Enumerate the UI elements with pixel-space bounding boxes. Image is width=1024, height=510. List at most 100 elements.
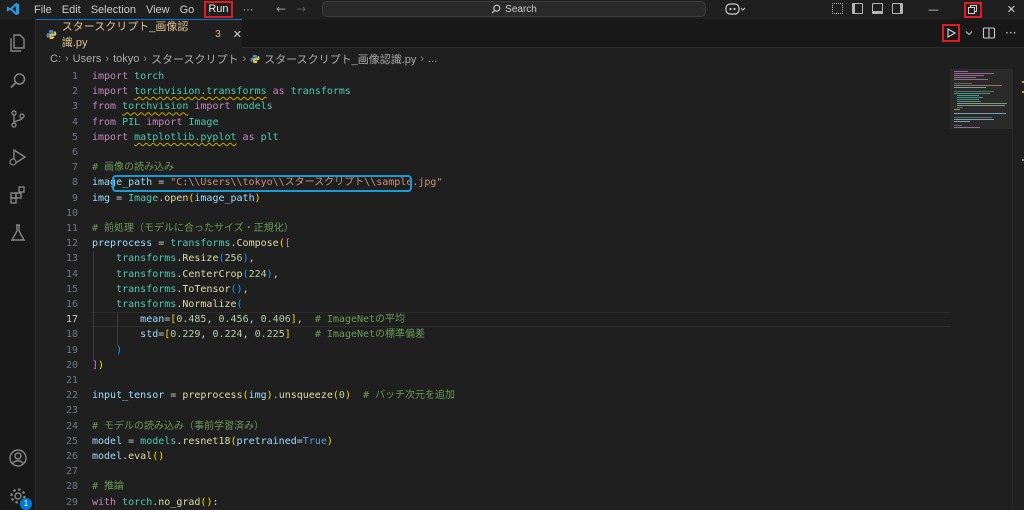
vscode-logo-icon	[6, 2, 20, 16]
menu-edit[interactable]: Edit	[62, 4, 81, 16]
forward-arrow-icon[interactable]: →	[296, 2, 316, 16]
code-line-13: transforms.Resize(256),	[116, 253, 255, 265]
code-line-1: import torch	[92, 71, 165, 82]
code-line-4: from PIL import Image	[92, 116, 219, 128]
code-editor[interactable]: 1 2 3 4 5 6 7 8 9 10 11 12 13 14 15 16 17 18 19 20 21 22 23 24 2…	[36, 69, 950, 510]
line-number: 5	[71, 131, 78, 143]
menu-file[interactable]: File	[34, 4, 52, 16]
tab-problem-count: 3	[215, 28, 221, 40]
minimize-icon[interactable]: —	[928, 3, 939, 16]
breadcrumb-drive[interactable]: C:	[50, 53, 61, 65]
breadcrumb-user[interactable]: tokyo	[113, 53, 139, 65]
line-number: 16	[65, 299, 78, 310]
python-file-icon	[46, 29, 57, 39]
menu-more[interactable]: ···	[243, 4, 254, 16]
code-line-24: # モデルの読み込み（事前学習済み）	[92, 420, 265, 432]
minimap[interactable]	[950, 69, 1012, 510]
line-number: 28	[65, 481, 78, 493]
line-number: 24	[65, 420, 78, 432]
toggle-panel-icon[interactable]	[872, 3, 883, 14]
line-number: 25	[65, 435, 78, 447]
close-window-icon[interactable]: ✕	[1007, 3, 1016, 16]
breadcrumb-file[interactable]: スタースクリプト_画像認識.py	[264, 51, 416, 67]
line-number: 9	[71, 192, 78, 204]
code-line-7: # 画像の読み込み	[92, 162, 175, 174]
restore-window-icon[interactable]	[963, 1, 982, 18]
menu-go[interactable]: Go	[180, 4, 195, 16]
line-number: 17	[65, 314, 78, 326]
code-line-19: )	[116, 344, 123, 356]
line-number: 3	[71, 101, 78, 113]
code-line-17: mean=[0.485, 0.456, 0.406], # ImageNetの平…	[140, 314, 406, 326]
line-number: 22	[65, 390, 78, 402]
search-view-icon[interactable]	[8, 71, 28, 91]
code-line-2: import torchvision.transforms as transfo…	[92, 86, 351, 98]
menu-selection[interactable]: Selection	[91, 4, 136, 16]
customize-layout-icon[interactable]	[832, 3, 843, 14]
editor-actions: ···	[942, 24, 1016, 42]
accounts-icon[interactable]	[8, 448, 28, 468]
menu-run[interactable]: Run	[204, 1, 233, 18]
run-and-debug-icon[interactable]	[8, 147, 28, 167]
code-line-5: import matplotlib.pyplot as plt	[92, 131, 279, 143]
image-path-highlight-annotation	[112, 175, 412, 192]
code-line-3: from torchvision import models	[92, 101, 273, 113]
line-number: 20	[65, 359, 78, 371]
line-number: 27	[65, 466, 78, 478]
line-number: 14	[65, 268, 78, 280]
more-actions-icon[interactable]: ···	[1005, 26, 1016, 40]
activity-bar: 1	[0, 19, 36, 510]
play-icon	[947, 28, 956, 38]
toggle-primary-sidebar-icon[interactable]	[852, 3, 863, 14]
run-dropdown-chevron-icon[interactable]	[965, 29, 973, 37]
code-line-20: ])	[92, 359, 105, 371]
run-python-file-button[interactable]	[942, 24, 960, 42]
copilot-icon[interactable]	[724, 2, 746, 16]
menu-view[interactable]: View	[146, 4, 170, 16]
line-number: 12	[65, 238, 78, 250]
line-number: 18	[65, 329, 78, 341]
explorer-icon[interactable]	[8, 33, 28, 53]
line-number: 1	[71, 71, 78, 82]
breadcrumb-python-file-icon	[250, 54, 260, 64]
code-line-28: # 推論	[92, 481, 125, 493]
tab-close-icon[interactable]: ✕	[233, 28, 242, 41]
testing-flask-icon[interactable]	[8, 223, 28, 243]
back-arrow-icon[interactable]: ←	[276, 2, 296, 16]
line-number: 2	[71, 86, 78, 98]
code-line-11: # 前処理（モデルに合ったサイズ・正規化）	[92, 223, 294, 234]
line-number: 13	[65, 253, 78, 265]
code-line-12: preprocess = transforms.Compose([	[92, 238, 291, 250]
code-line-22: input_tensor = preprocess(img).unsqueeze…	[92, 390, 456, 402]
line-number: 7	[71, 162, 78, 174]
toggle-secondary-sidebar-icon[interactable]	[892, 3, 903, 14]
command-center-search[interactable]: Search	[322, 1, 706, 17]
code-line-16: transforms.Normalize(	[116, 299, 243, 310]
line-number: 19	[65, 344, 78, 356]
window-controls: — ✕	[920, 0, 1024, 19]
line-number: 8	[71, 177, 78, 189]
code-line-14: transforms.CenterCrop(224),	[116, 268, 279, 280]
tab-file-name: スタースクリプト_画像認識.py	[61, 21, 189, 49]
split-editor-icon[interactable]	[982, 26, 996, 40]
nav-arrows: ←→	[276, 2, 316, 16]
code-line-29: with torch.no_grad():	[92, 496, 219, 508]
code-line-18: std=[0.229, 0.224, 0.225] # ImageNetの標準偏…	[140, 329, 426, 341]
vertical-scrollbar[interactable]	[1012, 69, 1024, 510]
line-number: 29	[65, 496, 78, 508]
extensions-icon[interactable]	[8, 185, 28, 205]
title-bar: File Edit Selection View Go Run ··· ←→ S…	[0, 0, 1024, 19]
tab-active-file[interactable]: スタースクリプト_画像認識.py 3 ✕	[36, 19, 242, 49]
code-line-26: model.eval()	[92, 451, 165, 462]
line-number: 21	[65, 375, 78, 386]
line-number: 15	[65, 283, 78, 295]
search-icon	[491, 4, 501, 14]
menu-bar: File Edit Selection View Go Run ···	[34, 0, 264, 19]
source-control-icon[interactable]	[8, 109, 28, 129]
breadcrumb-users[interactable]: Users	[73, 53, 102, 65]
breadcrumb-folder[interactable]: スタースクリプト	[151, 51, 238, 67]
line-number: 11	[65, 223, 78, 234]
line-number: 26	[65, 451, 78, 462]
breadcrumb-more[interactable]: ...	[428, 53, 437, 65]
code-line-9: img = Image.open(image_path)	[92, 192, 261, 204]
